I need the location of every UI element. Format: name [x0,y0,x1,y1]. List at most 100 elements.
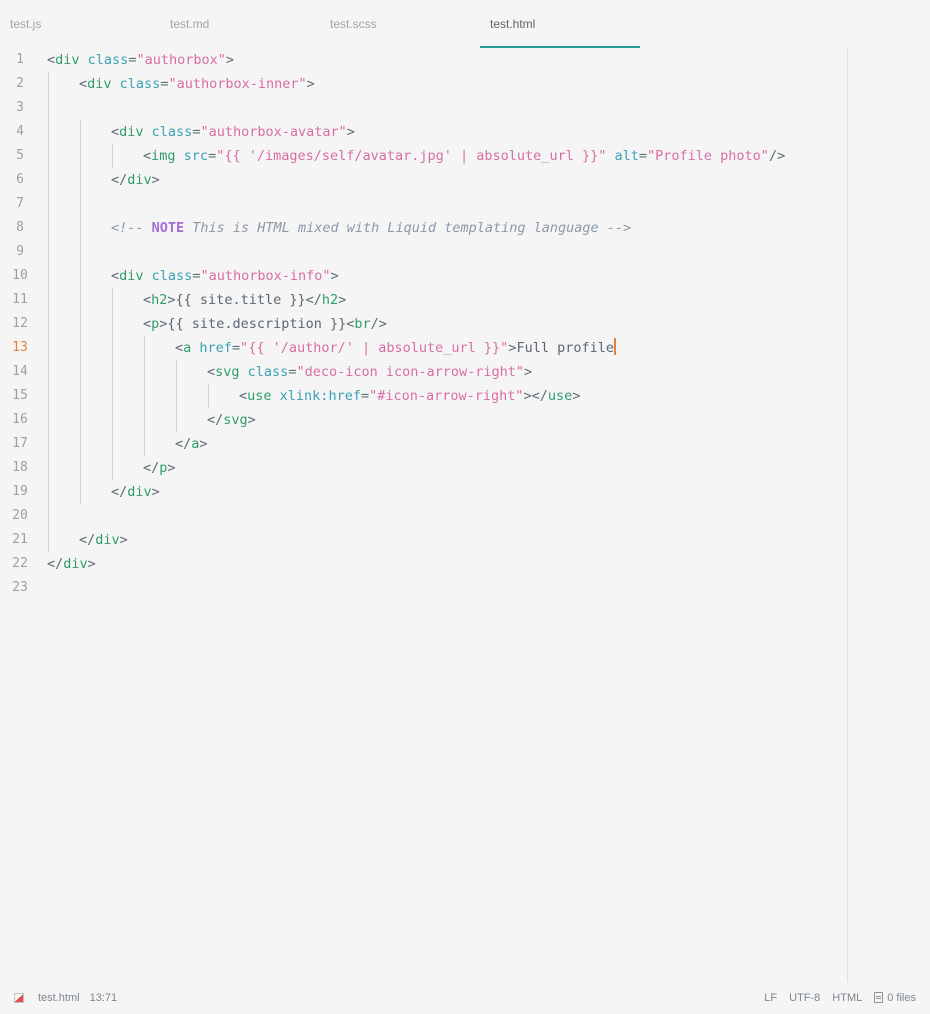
code-area[interactable]: <div class="authorbox"> <div class="autho… [0,48,847,600]
indent-guide [48,456,49,480]
token-note: NOTE [151,220,185,236]
code-line[interactable]: <!-- NOTE This is HTML mixed with Liquid… [47,216,837,240]
line-number[interactable]: 12 [0,312,40,336]
code-line[interactable]: <div class="authorbox-inner"> [47,72,837,96]
token-str: "deco-icon icon-arrow-right" [296,364,525,380]
line-number[interactable]: 19 [0,480,40,504]
indent-guide [48,216,49,240]
line-number[interactable]: 21 [0,528,40,552]
tab-test-js[interactable]: test.js [0,0,160,48]
code-line[interactable] [47,576,837,600]
line-number[interactable]: 20 [0,504,40,528]
token-tag: use [247,388,272,404]
indent-guide [48,96,49,120]
token-punct: </ [111,484,128,500]
status-encoding[interactable]: UTF-8 [789,992,820,1004]
code-line-content: </a> [175,436,208,452]
token-punct: </ [305,292,322,308]
token-punct: /> [370,316,387,332]
code-line-content: <div class="authorbox-info"> [111,268,339,284]
code-line[interactable]: <div class="authorbox"> [47,48,837,72]
status-cursor-position[interactable]: 13:71 [90,992,118,1004]
code-line[interactable]: </svg> [47,408,837,432]
token-attr: xlink:href [279,388,361,404]
line-number[interactable]: 1 [0,48,40,72]
line-number[interactable]: 7 [0,192,40,216]
token-tag: div [127,484,152,500]
line-number[interactable]: 17 [0,432,40,456]
code-line[interactable]: <div class="authorbox-info"> [47,264,837,288]
indent-guide [112,384,113,408]
token-attr: class [119,76,161,92]
token-str: "authorbox" [136,52,226,68]
code-line[interactable]: </div> [47,552,837,576]
code-line[interactable] [47,240,837,264]
line-number[interactable]: 8 [0,216,40,240]
code-line[interactable]: <svg class="deco-icon icon-arrow-right"> [47,360,837,384]
code-line[interactable] [47,96,837,120]
code-line[interactable]: <p>{{ site.description }}<br/> [47,312,837,336]
code-line-content: <use xlink:href="#icon-arrow-right"></us… [239,388,580,404]
tab-test-md[interactable]: test.md [160,0,320,48]
code-editor[interactable]: 1 2 3 4 5 6 7 8 9 10 11 12 13 14 15 16 17 18 19 20 21 22 23 <d… [0,48,930,982]
token-str: "{{ '/images/self/avatar.jpg' | absolute… [216,148,607,164]
line-number[interactable]: 18 [0,456,40,480]
code-line[interactable]: </p> [47,456,837,480]
line-number[interactable]: 6 [0,168,40,192]
tab-label: test.html [490,17,536,31]
code-line-content: </div> [79,532,128,548]
token-punct: </ [79,532,96,548]
line-number[interactable]: 14 [0,360,40,384]
code-line-content: </svg> [207,412,256,428]
status-file-name[interactable]: test.html [38,992,80,1004]
indent-guide [48,408,49,432]
token-str: "Profile photo" [647,148,769,164]
code-line[interactable]: <h2>{{ site.title }}</h2> [47,288,837,312]
indent-guide [80,168,81,192]
line-number[interactable]: 2 [0,72,40,96]
token-punct: > [167,292,176,308]
line-number[interactable]: 23 [0,576,40,600]
indent-guide [112,456,113,480]
tab-test-scss[interactable]: test.scss [320,0,480,48]
token-tag: br [354,316,371,332]
line-number-gutter[interactable]: 1 2 3 4 5 6 7 8 9 10 11 12 13 14 15 16 17 18 19 20 21 22 23 [0,48,40,600]
indent-guide [80,216,81,240]
line-number[interactable]: 16 [0,408,40,432]
line-number[interactable]: 15 [0,384,40,408]
token-str: "#icon-arrow-right" [369,388,524,404]
line-number[interactable]: 10 [0,264,40,288]
token-tag: h2 [321,292,339,308]
indent-guide [48,240,49,264]
code-line-content: <div class="authorbox"> [47,52,234,68]
line-number[interactable]: 22 [0,552,40,576]
code-line[interactable]: <img src="{{ '/images/self/avatar.jpg' |… [47,144,837,168]
tab-test-html[interactable]: test.html [480,0,640,48]
code-line[interactable]: </div> [47,528,837,552]
modified-icon[interactable] [14,993,24,1003]
line-number[interactable]: 3 [0,96,40,120]
code-line[interactable]: <div class="authorbox-avatar"> [47,120,837,144]
code-line-content: <svg class="deco-icon icon-arrow-right"> [207,364,532,380]
code-line[interactable] [47,504,837,528]
code-line[interactable]: </div> [47,480,837,504]
line-number[interactable]: 11 [0,288,40,312]
code-line[interactable]: </div> [47,168,837,192]
line-number[interactable]: 5 [0,144,40,168]
code-line[interactable]: <a href="{{ '/author/' | absolute_url }}… [0,336,847,360]
status-files[interactable]: 0 files [874,992,916,1004]
code-line[interactable] [47,192,837,216]
status-line-ending[interactable]: LF [764,992,777,1004]
status-grammar[interactable]: HTML [832,992,862,1004]
token-punct: > [306,76,315,92]
line-number[interactable]: 4 [0,120,40,144]
code-line[interactable]: <use xlink:href="#icon-arrow-right"></us… [47,384,837,408]
line-number[interactable]: 9 [0,240,40,264]
token-punct: > [87,556,96,572]
text-cursor [613,338,616,355]
line-number[interactable]: 13 [0,336,40,360]
token-tag: svg [215,364,240,380]
code-line-content: <!-- NOTE This is HTML mixed with Liquid… [111,220,631,236]
code-line[interactable]: </a> [47,432,837,456]
token-tag: img [151,148,176,164]
